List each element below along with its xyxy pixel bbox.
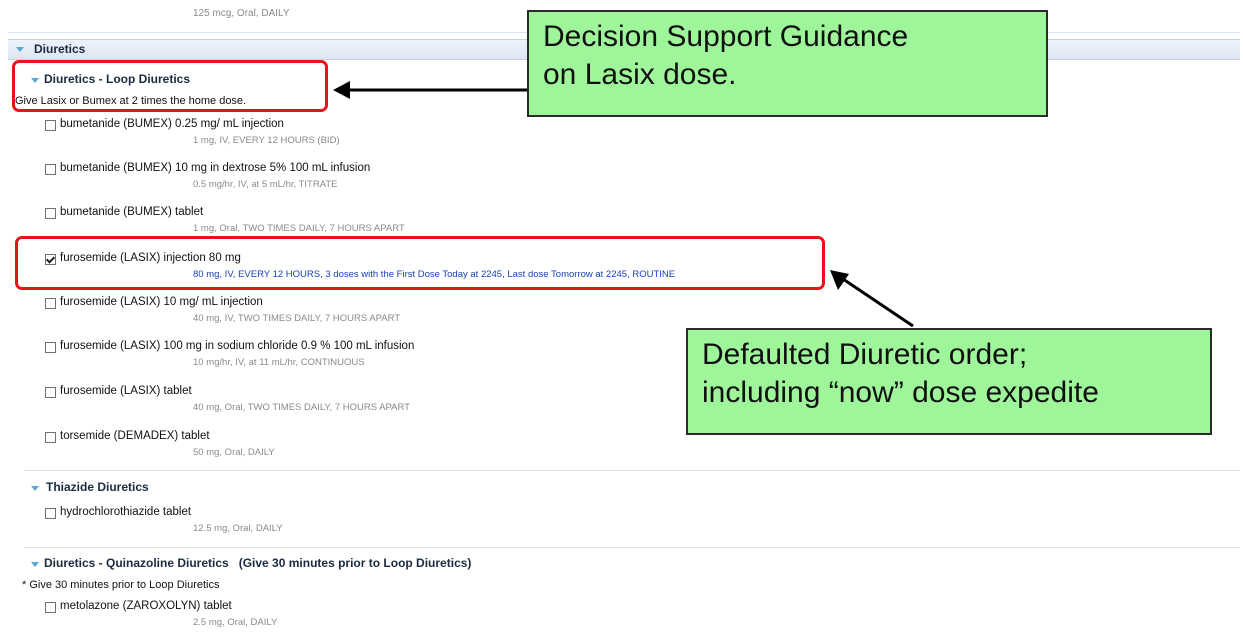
arrow-line [839,275,914,328]
callout-defaulted-order: Defaulted Diuretic order; including “now… [686,328,1212,435]
arrow-head [333,81,350,99]
callout-line: including “now” dose expedite [702,376,1099,409]
callout-line: on Lasix dose. [543,58,737,91]
callout-line: Defaulted Diuretic order; [702,338,1028,371]
callout-line: Decision Support Guidance [543,20,909,53]
callout-decision-support: Decision Support Guidance on Lasix dose. [527,10,1048,117]
